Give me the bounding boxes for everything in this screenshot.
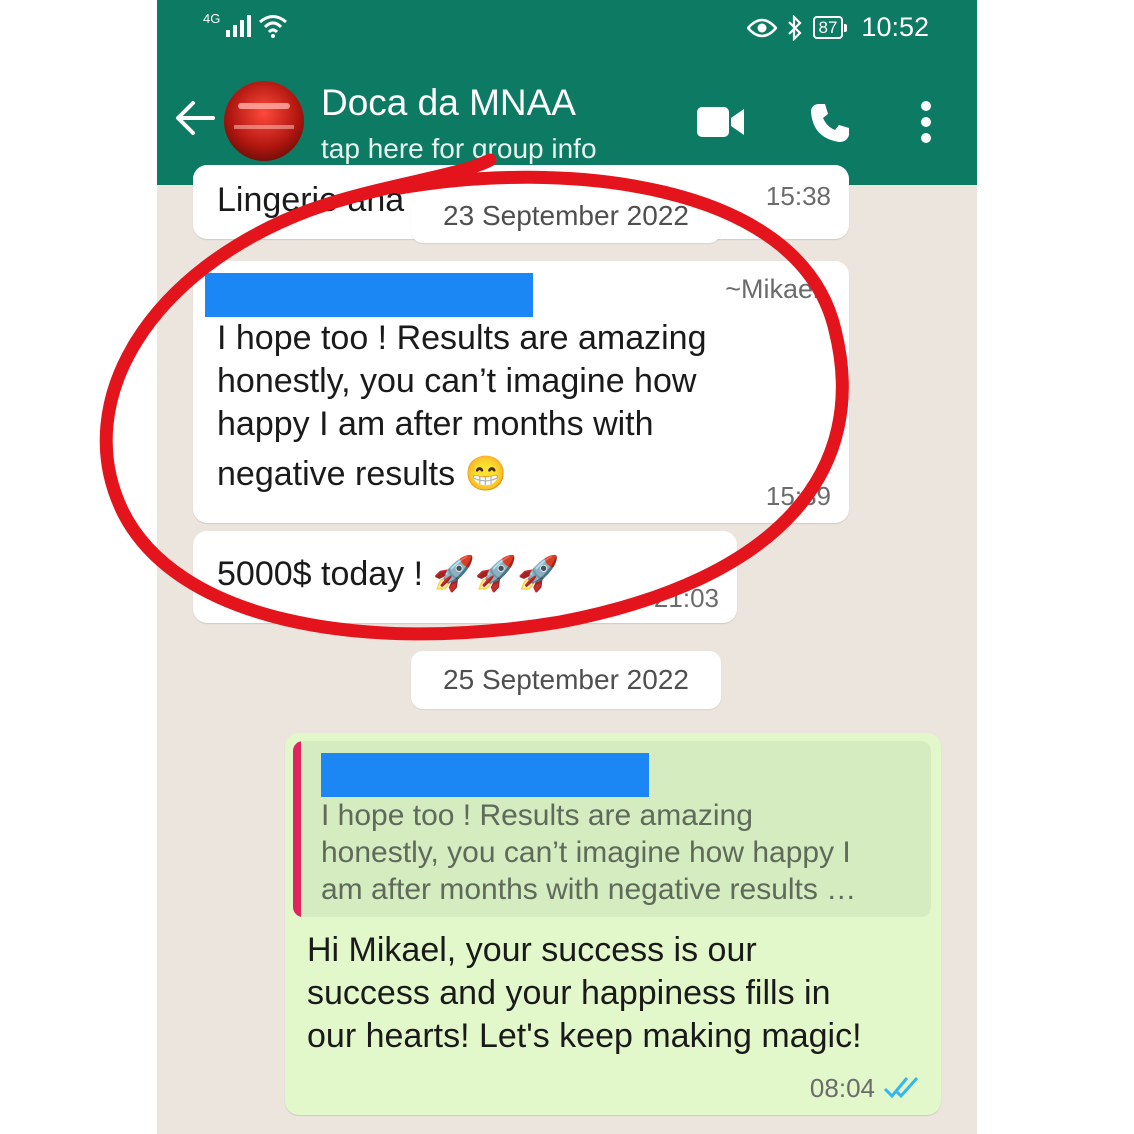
wifi-icon [259, 15, 288, 38]
video-call-icon[interactable] [697, 106, 745, 138]
group-info-hint[interactable]: tap here for group info [321, 133, 597, 165]
message-time: 08:04 [809, 1073, 875, 1103]
group-title[interactable]: Doca da MNAA [321, 82, 576, 124]
message-text-line: our hearts! Let's keep making magic! [307, 1017, 862, 1055]
message-sender: ~Mikael [725, 274, 819, 304]
back-arrow-icon[interactable] [173, 96, 217, 140]
message-text-line: success and your happiness fills in [307, 974, 831, 1012]
status-bar: 4G 87 10:52 [157, 0, 977, 60]
group-avatar[interactable] [224, 81, 304, 161]
phone-screen: 4G 87 10:52 Doca da MNAA tap here for gr… [157, 0, 977, 1134]
status-right: 87 10:52 [746, 12, 929, 43]
eye-icon [746, 18, 777, 37]
message-time: 15:39 [765, 481, 831, 511]
more-options-icon[interactable] [919, 100, 933, 144]
date-divider: 25 September 2022 [411, 651, 721, 709]
date-divider: 23 September 2022 [411, 189, 721, 243]
signal-icon [226, 15, 252, 37]
message-text-line: I hope too ! Results are amazing [217, 319, 707, 357]
quoted-message[interactable]: I hope too ! Results are amazing honestl… [293, 741, 931, 917]
message-time: 15:38 [765, 181, 831, 211]
avatar-shelf [234, 125, 294, 129]
quoted-text-line: honestly, you can’t imagine how happy I [321, 836, 851, 869]
message-bubble-incoming[interactable]: ~Mikael I hope too ! Results are amazing… [193, 261, 849, 523]
message-bubble-incoming[interactable]: 5000$ today ! 🚀🚀🚀 21:03 [193, 531, 737, 623]
quoted-text-line: am after months with negative results … [321, 873, 857, 906]
avatar-neon-sign [238, 103, 290, 109]
quoted-text-line: I hope too ! Results are amazing [321, 799, 753, 832]
message-text-line: honestly, you can’t imagine how [217, 362, 697, 400]
redacted-phone-number [321, 753, 649, 797]
message-text-line: happy I am after months with [217, 405, 654, 443]
battery-indicator: 87 [812, 16, 848, 39]
message-text-line: Hi Mikael, your success is our [307, 931, 757, 969]
message-bubble-outgoing[interactable]: I hope too ! Results are amazing honestl… [285, 733, 941, 1115]
status-left: 4G [203, 10, 288, 38]
redacted-phone-number [205, 273, 533, 317]
message-text: 5000$ today ! 🚀🚀🚀 [217, 555, 560, 593]
message-time: 21:03 [653, 583, 719, 613]
quote-accent-bar [293, 741, 301, 917]
chat-area[interactable]: Lingerie aha 15:38 23 September 2022 ~Mi… [157, 165, 977, 1134]
message-text-line: negative results 😁 [217, 455, 507, 493]
message-text: Lingerie aha [217, 181, 405, 219]
phone-icon[interactable] [809, 102, 851, 144]
bluetooth-icon [787, 14, 802, 41]
double-check-read-icon [883, 1077, 919, 1099]
network-type: 4G [203, 10, 221, 26]
clock: 10:52 [861, 12, 929, 42]
